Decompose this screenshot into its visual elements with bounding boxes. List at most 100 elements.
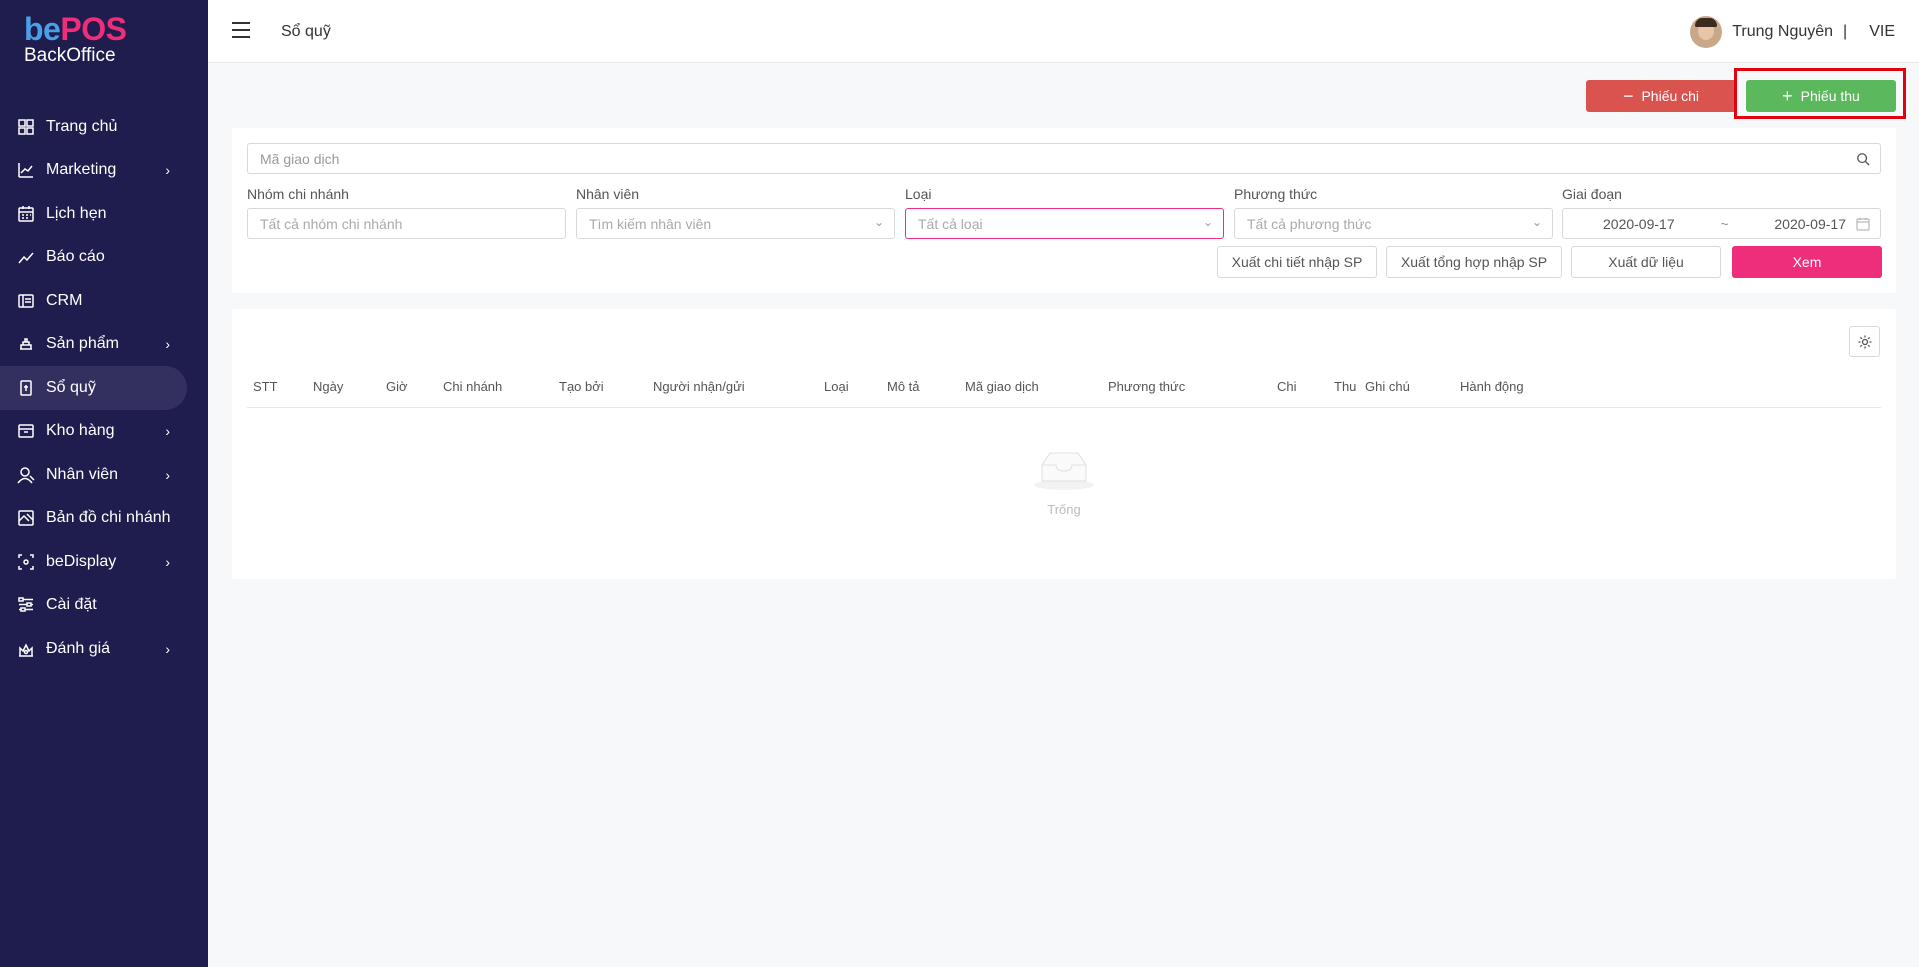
sidebar-item-label: Lịch hẹn xyxy=(46,204,107,222)
period-filter: Giai đoạn 2020-09-17 ~ 2020-09-17 xyxy=(1562,186,1881,239)
user-icon xyxy=(17,466,35,484)
sidebar-item-label: beDisplay xyxy=(46,552,117,570)
sidebar-item-bao-cao[interactable]: Báo cáo xyxy=(0,236,208,280)
column-header: Giờ xyxy=(386,379,408,394)
grid-icon xyxy=(17,118,35,136)
column-header: Thu xyxy=(1334,379,1357,394)
product-icon xyxy=(17,335,35,353)
chevron-right-icon: › xyxy=(165,423,170,440)
phieu-chi-button[interactable]: − Phiếu chi xyxy=(1586,80,1736,112)
column-header: Loại xyxy=(824,379,849,394)
plus-icon: + xyxy=(1782,86,1793,106)
sidebar-item-nhan-vien[interactable]: Nhân viên › xyxy=(0,453,208,497)
sidebar: bePOS BackOffice Trang chủ Marketing › Lịch… xyxy=(0,0,208,967)
search-input[interactable]: Mã giao dịch xyxy=(247,143,1881,174)
trend-icon xyxy=(17,248,35,266)
view-button[interactable]: Xem xyxy=(1732,246,1882,278)
chevron-right-icon: › xyxy=(165,553,170,570)
column-header: Hành động xyxy=(1460,379,1524,394)
column-header: Ghi chú xyxy=(1365,379,1410,394)
chevron-right-icon: › xyxy=(165,162,170,179)
table-card: STT Ngày Giờ Chi nhánh Tạo bởi Người nhận/gửi… xyxy=(232,309,1896,579)
type-placeholder: Tất cả loại xyxy=(918,215,983,232)
phieu-thu-button[interactable]: + Phiếu thu xyxy=(1746,80,1896,112)
method-select[interactable]: Tất cả phương thức ⌄ xyxy=(1234,208,1553,239)
filter-card: Mã giao dịch Nhóm chi nhánh Tất cả nhóm … xyxy=(232,128,1896,293)
gear-icon xyxy=(1858,335,1871,348)
column-header: STT xyxy=(253,379,278,394)
sidebar-item-cai-dat[interactable]: Cài đặt xyxy=(0,584,208,628)
calendar-icon xyxy=(1856,218,1870,231)
user-name[interactable]: Trung Nguyên xyxy=(1732,23,1833,41)
branch-group-filter: Nhóm chi nhánh Tất cả nhóm chi nhánh xyxy=(247,186,566,239)
avatar[interactable] xyxy=(1690,16,1723,48)
page-title: Sổ quỹ xyxy=(281,23,331,40)
column-header: Chi xyxy=(1277,379,1297,394)
chevron-right-icon: › xyxy=(165,466,170,483)
sidebar-item-label: CRM xyxy=(46,291,83,309)
branch-group-input[interactable]: Tất cả nhóm chi nhánh xyxy=(247,208,566,239)
phieu-thu-label: Phiếu thu xyxy=(1800,88,1860,104)
column-header: Mô tả xyxy=(887,379,920,394)
type-filter: Loại Tất cả loại ⌄ xyxy=(905,186,1224,239)
empty-text: Trống xyxy=(1047,502,1081,517)
sidebar-item-label: Sản phẩm xyxy=(46,335,119,353)
rating-icon xyxy=(17,640,35,658)
minus-icon: − xyxy=(1622,86,1634,106)
sidebar-item-so-quy[interactable]: Sổ quỹ xyxy=(0,366,187,410)
user-menu[interactable]: Trung Nguyên | VIE xyxy=(1690,16,1895,48)
employee-filter: Nhân viên Tìm kiếm nhân viên ⌄ xyxy=(576,186,895,239)
crm-icon xyxy=(17,292,35,310)
sidebar-item-ban-do-chi-nhanh[interactable]: Bản đồ chi nhánh xyxy=(0,497,208,541)
employee-placeholder: Tìm kiếm nhân viên xyxy=(589,215,712,232)
type-select[interactable]: Tất cả loại ⌄ xyxy=(905,208,1224,239)
branch-group-label: Nhóm chi nhánh xyxy=(247,186,349,202)
sidebar-item-san-pham[interactable]: Sản phẩm › xyxy=(0,323,208,367)
search-icon[interactable] xyxy=(1856,152,1870,166)
sidebar-item-label: Sổ quỹ xyxy=(46,378,96,396)
date-to[interactable]: 2020-09-17 xyxy=(1774,216,1846,232)
header-separator: | xyxy=(1843,23,1848,40)
sidebar-item-label: Nhân viên xyxy=(46,465,119,483)
date-from[interactable]: 2020-09-17 xyxy=(1603,216,1675,232)
chevron-right-icon: › xyxy=(165,336,170,353)
map-icon xyxy=(17,509,35,527)
sidebar-item-label: Marketing xyxy=(46,161,117,179)
column-header: Tạo bởi xyxy=(559,379,604,394)
export-summary-button[interactable]: Xuất tổng hợp nhập SP xyxy=(1386,246,1562,278)
method-label: Phương thức xyxy=(1234,186,1318,202)
sidebar-item-crm[interactable]: CRM xyxy=(0,279,208,323)
export-detail-button[interactable]: Xuất chi tiết nhập SP xyxy=(1217,246,1377,278)
menu-toggle-icon[interactable] xyxy=(232,22,250,38)
sidebar-item-kho-hang[interactable]: Kho hàng › xyxy=(0,410,208,454)
bepos-logo[interactable]: bePOS BackOffice xyxy=(24,12,127,66)
phieu-chi-label: Phiếu chi xyxy=(1641,88,1700,104)
chevron-down-icon: ⌄ xyxy=(873,215,884,229)
method-filter: Phương thức Tất cả phương thức ⌄ xyxy=(1234,186,1553,239)
column-header: Mã giao dịch xyxy=(965,379,1039,394)
language-switch[interactable]: VIE xyxy=(1869,23,1895,41)
sidebar-item-bedisplay[interactable]: beDisplay › xyxy=(0,540,208,584)
employee-select[interactable]: Tìm kiếm nhân viên ⌄ xyxy=(576,208,895,239)
logo-sub: BackOffice xyxy=(24,45,116,66)
column-header: Ngày xyxy=(313,379,344,394)
sidebar-item-label: Kho hàng xyxy=(46,422,115,440)
sidebar-item-lich-hen[interactable]: Lịch hẹn xyxy=(0,192,208,236)
settings-sliders-icon xyxy=(17,596,35,614)
display-icon xyxy=(17,553,35,571)
export-data-button[interactable]: Xuất dữ liệu xyxy=(1571,246,1721,278)
sidebar-item-danh-gia[interactable]: Đánh giá › xyxy=(0,627,208,671)
warehouse-icon xyxy=(17,422,35,440)
sidebar-item-label: Bản đồ chi nhánh xyxy=(46,509,171,527)
type-label: Loại xyxy=(905,186,932,202)
sidebar-item-trang-chu[interactable]: Trang chủ xyxy=(0,105,208,149)
sidebar-item-label: Cài đặt xyxy=(46,596,97,614)
chevron-down-icon: ⌄ xyxy=(1531,215,1542,229)
date-range-picker[interactable]: 2020-09-17 ~ 2020-09-17 xyxy=(1562,208,1881,239)
empty-inbox-icon xyxy=(1034,452,1094,490)
sidebar-item-marketing[interactable]: Marketing › xyxy=(0,149,208,193)
chart-line-icon xyxy=(17,161,35,179)
sidebar-item-label: Đánh giá xyxy=(46,639,111,657)
column-header: Phương thức xyxy=(1108,379,1186,394)
column-settings-button[interactable] xyxy=(1849,326,1880,357)
